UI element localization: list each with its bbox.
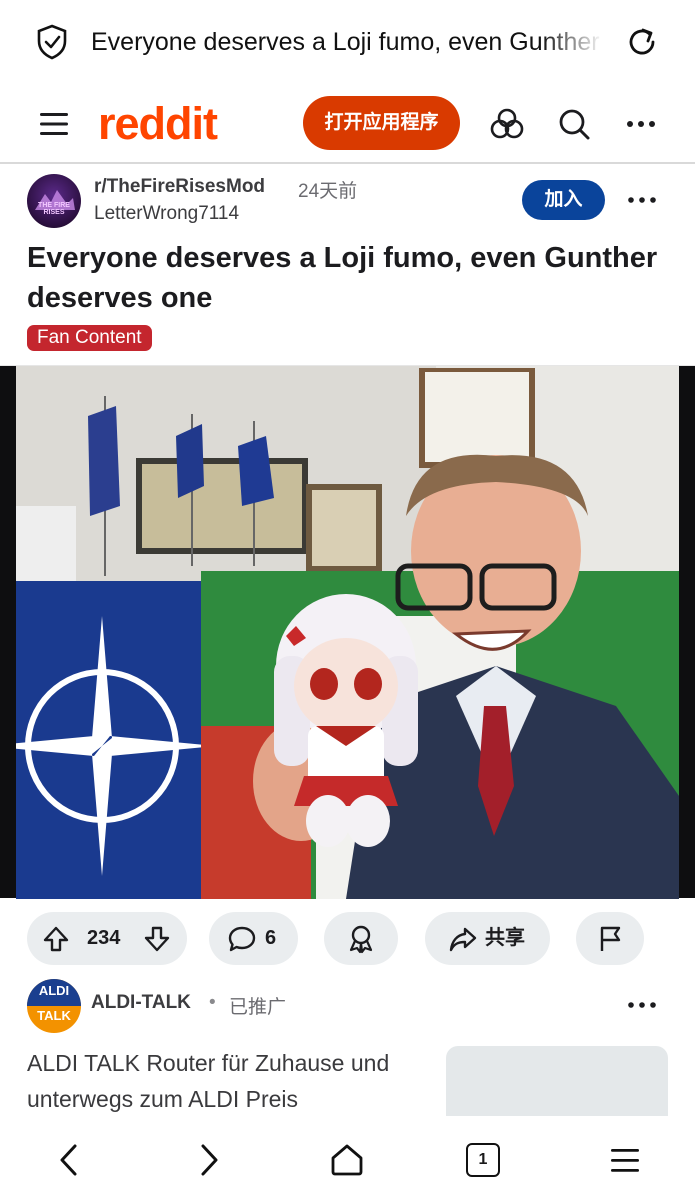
fire-rises-logo <box>35 190 75 210</box>
more-icon[interactable] <box>622 105 660 143</box>
ad-more-icon[interactable] <box>626 1000 658 1010</box>
photo-illustration <box>16 366 679 899</box>
post-more-icon[interactable] <box>626 195 658 205</box>
reddit-logo[interactable]: reddit <box>98 96 218 152</box>
avatar-logo-text: THE FIRE RISES <box>38 202 70 216</box>
post-age: 24天前 <box>298 181 358 202</box>
aldi-logo-top: ALDI <box>38 983 70 998</box>
ad-thumbnail[interactable] <box>446 1046 668 1116</box>
downvote-icon[interactable] <box>144 925 170 953</box>
report-button[interactable] <box>576 912 644 965</box>
menu-icon[interactable] <box>605 1140 645 1180</box>
reload-icon[interactable] <box>624 24 660 60</box>
post-title[interactable]: Everyone deserves a Loji fumo, even Gunt… <box>27 238 677 318</box>
comment-count: 6 <box>265 927 277 949</box>
page-title-url[interactable]: Everyone deserves a Loji fumo, even Gunt… <box>91 26 603 58</box>
share-button[interactable]: 共享 <box>425 912 550 965</box>
comment-icon <box>228 926 256 952</box>
home-icon[interactable] <box>327 1140 367 1180</box>
communities-icon[interactable] <box>488 105 526 143</box>
ad-text[interactable]: ALDI TALK Router für Zuhause und unterwe… <box>27 1045 427 1117</box>
post-image[interactable] <box>0 365 695 899</box>
back-icon[interactable] <box>50 1140 90 1180</box>
shield-icon[interactable] <box>36 24 68 60</box>
upvote-count: 234 <box>87 927 121 949</box>
upvote-icon[interactable] <box>43 925 69 953</box>
award-icon <box>349 925 373 954</box>
subreddit-avatar[interactable]: THE FIRE RISES <box>27 174 81 228</box>
post-flair[interactable]: Fan Content <box>27 325 152 351</box>
promoted-label: 已推广 <box>229 997 287 1018</box>
tab-count: 1 <box>478 1151 488 1168</box>
forward-icon[interactable] <box>188 1140 228 1180</box>
browser-toolbar: 1 <box>0 1116 695 1200</box>
ad-advertiser[interactable]: ALDI-TALK <box>91 992 191 1014</box>
hamburger-menu-icon[interactable] <box>38 110 70 138</box>
post-author[interactable]: LetterWrong7114 <box>94 203 239 225</box>
ad-avatar[interactable]: ALDI TALK <box>27 979 81 1033</box>
award-button[interactable] <box>324 912 398 965</box>
reddit-header: reddit 打开应用程序 <box>0 84 695 164</box>
share-icon <box>449 927 477 952</box>
aldi-logo-bottom: TALK <box>37 1008 71 1023</box>
open-app-button[interactable]: 打开应用程序 <box>303 96 460 150</box>
vote-pill: 234 <box>27 912 187 965</box>
comments-button[interactable]: 6 <box>209 912 298 965</box>
browser-url-bar[interactable]: Everyone deserves a Loji fumo, even Gunt… <box>0 0 695 84</box>
search-icon[interactable] <box>555 105 593 143</box>
subreddit-name[interactable]: r/TheFireRisesMod <box>94 176 265 198</box>
share-label: 共享 <box>485 927 525 949</box>
ad-separator: • <box>209 992 216 1013</box>
flag-icon <box>600 926 621 951</box>
tabs-icon[interactable]: 1 <box>466 1143 500 1177</box>
join-button[interactable]: 加入 <box>522 180 605 220</box>
